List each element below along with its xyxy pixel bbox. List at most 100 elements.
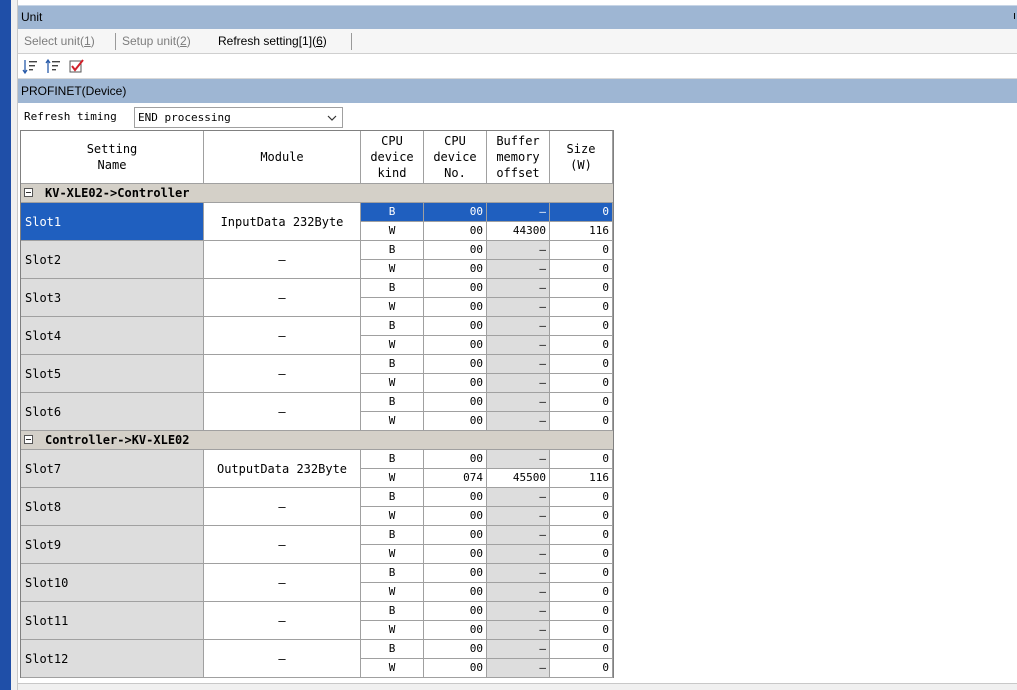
buffer-offset-cell[interactable]: – [487,507,550,526]
module-cell[interactable]: – [204,640,361,678]
cpu-device-no-cell[interactable]: 00 [424,222,487,241]
module-cell[interactable]: – [204,279,361,317]
cpu-device-kind-cell[interactable]: B [361,203,424,222]
buffer-offset-cell[interactable]: – [487,260,550,279]
cpu-device-kind-cell[interactable]: W [361,583,424,602]
cpu-device-kind-cell[interactable]: B [361,355,424,374]
size-cell[interactable]: 0 [550,450,613,469]
buffer-offset-cell[interactable]: 45500 [487,469,550,488]
cpu-device-kind-cell[interactable]: W [361,412,424,431]
buffer-offset-cell[interactable]: – [487,355,550,374]
size-cell[interactable]: 0 [550,659,613,678]
cpu-device-no-cell[interactable]: 00 [424,564,487,583]
size-cell[interactable]: 0 [550,317,613,336]
buffer-offset-cell[interactable]: – [487,279,550,298]
slot-name-cell[interactable]: Slot7 [21,450,204,488]
pin-icon[interactable]: ı [1013,10,1016,22]
cpu-device-kind-cell[interactable]: B [361,241,424,260]
cpu-device-kind-cell[interactable]: W [361,507,424,526]
cpu-device-kind-cell[interactable]: W [361,469,424,488]
slot-name-cell[interactable]: Slot8 [21,488,204,526]
size-cell[interactable]: 0 [550,241,613,260]
horizontal-scrollbar[interactable] [18,683,1017,690]
cpu-device-no-cell[interactable]: 00 [424,583,487,602]
buffer-offset-cell[interactable]: – [487,659,550,678]
slot-name-cell[interactable]: Slot3 [21,279,204,317]
cpu-device-no-cell[interactable]: 00 [424,412,487,431]
buffer-offset-cell[interactable]: – [487,602,550,621]
cpu-device-kind-cell[interactable]: B [361,602,424,621]
slot-name-cell[interactable]: Slot10 [21,564,204,602]
cpu-device-kind-cell[interactable]: W [361,621,424,640]
cpu-device-no-cell[interactable]: 00 [424,355,487,374]
size-cell[interactable]: 0 [550,526,613,545]
cpu-device-kind-cell[interactable]: B [361,640,424,659]
size-cell[interactable]: 0 [550,412,613,431]
group-row[interactable]: KV-XLE02->Controller [21,184,613,203]
size-cell[interactable]: 0 [550,203,613,222]
slot-name-cell[interactable]: Slot1 [21,203,204,241]
size-cell[interactable]: 0 [550,640,613,659]
buffer-offset-cell[interactable]: – [487,374,550,393]
size-cell[interactable]: 0 [550,621,613,640]
sort-descending-icon[interactable] [45,58,62,75]
module-cell[interactable]: – [204,355,361,393]
cpu-device-no-cell[interactable]: 00 [424,602,487,621]
size-cell[interactable]: 0 [550,336,613,355]
cpu-device-no-cell[interactable]: 074 [424,469,487,488]
size-cell[interactable]: 0 [550,507,613,526]
module-cell[interactable]: – [204,564,361,602]
module-cell[interactable]: – [204,488,361,526]
module-cell[interactable]: – [204,393,361,431]
tab-refresh-setting[interactable]: Refresh setting[1](6) [218,34,327,48]
cpu-device-no-cell[interactable]: 00 [424,450,487,469]
buffer-offset-cell[interactable]: 44300 [487,222,550,241]
cpu-device-no-cell[interactable]: 00 [424,279,487,298]
module-cell[interactable]: – [204,602,361,640]
size-cell[interactable]: 0 [550,393,613,412]
cpu-device-kind-cell[interactable]: B [361,317,424,336]
cpu-device-kind-cell[interactable]: W [361,336,424,355]
cpu-device-kind-cell[interactable]: B [361,450,424,469]
buffer-offset-cell[interactable]: – [487,583,550,602]
cpu-device-kind-cell[interactable]: B [361,279,424,298]
cpu-device-no-cell[interactable]: 00 [424,260,487,279]
cpu-device-no-cell[interactable]: 00 [424,526,487,545]
cpu-device-kind-cell[interactable]: W [361,222,424,241]
buffer-offset-cell[interactable]: – [487,450,550,469]
collapse-icon[interactable] [24,435,33,444]
buffer-offset-cell[interactable]: – [487,317,550,336]
module-cell[interactable]: – [204,317,361,355]
buffer-offset-cell[interactable]: – [487,412,550,431]
size-cell[interactable]: 0 [550,374,613,393]
buffer-offset-cell[interactable]: – [487,203,550,222]
cpu-device-no-cell[interactable]: 00 [424,507,487,526]
buffer-offset-cell[interactable]: – [487,393,550,412]
size-cell[interactable]: 0 [550,583,613,602]
check-icon[interactable] [68,58,85,75]
cpu-device-no-cell[interactable]: 00 [424,393,487,412]
slot-name-cell[interactable]: Slot4 [21,317,204,355]
cpu-device-no-cell[interactable]: 00 [424,621,487,640]
cpu-device-kind-cell[interactable]: B [361,393,424,412]
module-cell[interactable]: InputData 232Byte [204,203,361,241]
buffer-offset-cell[interactable]: – [487,564,550,583]
group-row[interactable]: Controller->KV-XLE02 [21,431,613,450]
cpu-device-kind-cell[interactable]: B [361,526,424,545]
cpu-device-no-cell[interactable]: 00 [424,640,487,659]
slot-name-cell[interactable]: Slot12 [21,640,204,678]
cpu-device-no-cell[interactable]: 00 [424,488,487,507]
cpu-device-no-cell[interactable]: 00 [424,336,487,355]
buffer-offset-cell[interactable]: – [487,488,550,507]
size-cell[interactable]: 0 [550,260,613,279]
buffer-offset-cell[interactable]: – [487,621,550,640]
cpu-device-kind-cell[interactable]: W [361,260,424,279]
cpu-device-kind-cell[interactable]: B [361,564,424,583]
cpu-device-no-cell[interactable]: 00 [424,317,487,336]
buffer-offset-cell[interactable]: – [487,241,550,260]
cpu-device-kind-cell[interactable]: W [361,659,424,678]
size-cell[interactable]: 116 [550,469,613,488]
slot-name-cell[interactable]: Slot2 [21,241,204,279]
cpu-device-no-cell[interactable]: 00 [424,241,487,260]
cpu-device-no-cell[interactable]: 00 [424,374,487,393]
